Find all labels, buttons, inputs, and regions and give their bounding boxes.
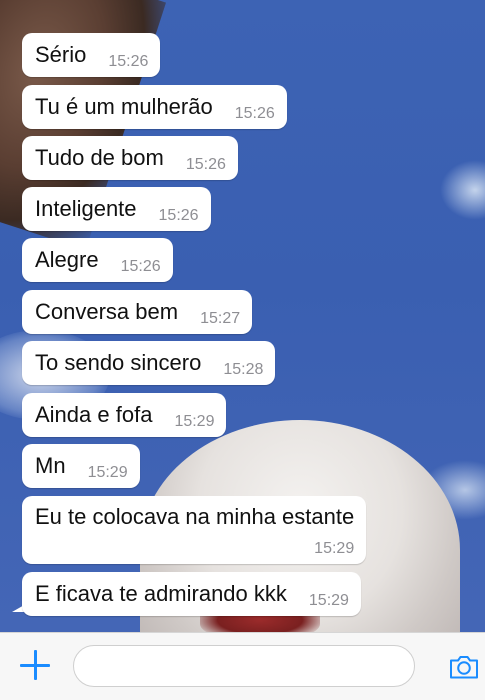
message-bubble[interactable]: To sendo sincero 15:28 <box>22 341 276 385</box>
message-bubble[interactable]: E ficava te admirando kkk 15:29 <box>22 572 361 616</box>
message-input[interactable] <box>73 645 415 687</box>
message-text: Eu te colocava na minha estante <box>35 504 355 529</box>
message-time: 15:29 <box>308 592 349 609</box>
message-text: Inteligente <box>35 196 137 221</box>
message-bubble[interactable]: Alegre 15:26 <box>22 238 173 282</box>
message-text: Alegre <box>35 247 99 272</box>
message-time: 15:26 <box>108 53 149 70</box>
message-time: 15:26 <box>158 207 199 224</box>
message-time: 15:27 <box>200 310 241 327</box>
message-text: Mn <box>35 453 66 478</box>
message-time: 15:29 <box>87 464 128 481</box>
message-text: To sendo sincero <box>35 350 202 375</box>
message-bubble[interactable]: Conversa bem 15:27 <box>22 290 253 334</box>
message-text: Conversa bem <box>35 299 179 324</box>
message-bubble[interactable]: Mn 15:29 <box>22 444 140 488</box>
message-bubble[interactable]: Ainda e fofa 15:29 <box>22 393 227 437</box>
message-bubble[interactable]: Tudo de bom 15:26 <box>22 136 238 180</box>
camera-icon[interactable] <box>448 651 480 683</box>
message-text: Sério <box>35 42 87 67</box>
plus-icon[interactable] <box>18 648 52 682</box>
message-input-bar <box>0 632 485 700</box>
message-text: Tudo de bom <box>35 145 164 170</box>
message-bubble[interactable]: Sério 15:26 <box>22 33 161 77</box>
message-text: Tu é um mulherão <box>35 94 213 119</box>
message-time: 15:26 <box>234 105 275 122</box>
message-time: 15:26 <box>185 156 226 173</box>
message-time: 15:29 <box>314 540 355 557</box>
message-time: 15:29 <box>174 413 215 430</box>
message-bubble[interactable]: Tu é um mulherão 15:26 <box>22 85 287 129</box>
message-bubble[interactable]: Eu te colocava na minha estante 15:29 <box>22 496 367 564</box>
message-text: E ficava te admirando kkk <box>35 581 287 606</box>
message-list[interactable]: Sério 15:26 Tu é um mulherão 15:26 Tudo … <box>0 0 485 632</box>
message-bubble[interactable]: Inteligente 15:26 <box>22 187 211 231</box>
message-time: 15:26 <box>120 258 161 275</box>
message-time: 15:28 <box>223 361 264 378</box>
message-text: Ainda e fofa <box>35 402 153 427</box>
